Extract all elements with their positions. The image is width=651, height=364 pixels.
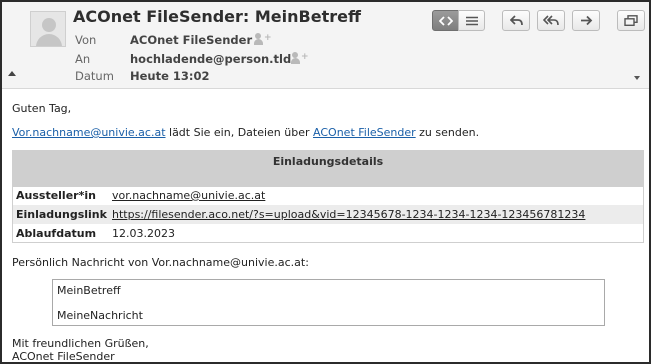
sender-avatar xyxy=(30,11,66,47)
intro-end-text: zu senden. xyxy=(415,126,480,139)
table-row: Einladungslink https://filesender.aco.ne… xyxy=(13,205,643,224)
note-text: MeineNachricht xyxy=(57,309,143,322)
message-header: ACOnet FileSender: MeinBetreff Von ACOne… xyxy=(2,2,649,89)
reply-all-icon xyxy=(543,15,559,26)
invitation-details-table: Einladungsdetails Aussteller*in vor.nach… xyxy=(12,150,644,243)
open-in-new-window-button[interactable] xyxy=(617,10,645,31)
chevron-down-icon[interactable] xyxy=(634,76,640,80)
sender-email-link[interactable]: Vor.nachname@univie.ac.at xyxy=(12,126,166,139)
table-row: Ablaufdatum 12.03.2023 xyxy=(13,224,643,243)
greeting: Guten Tag, xyxy=(12,102,72,115)
list-icon xyxy=(465,16,478,25)
intro-text: lädt Sie ein, Dateien über xyxy=(165,126,314,139)
reply-all-button[interactable] xyxy=(537,10,565,31)
invitation-link[interactable]: https://filesender.aco.net/?s=upload&vid… xyxy=(112,208,585,221)
to-label: An xyxy=(75,52,91,66)
from-label: Von xyxy=(75,33,97,47)
date-label: Datum xyxy=(75,69,114,83)
toggle-source-view-button[interactable] xyxy=(432,10,459,31)
from-value[interactable]: ACOnet FileSender xyxy=(130,33,252,47)
signature: ACOnet FileSender xyxy=(12,350,115,363)
code-view-icon xyxy=(438,15,453,26)
to-value[interactable]: hochladende@person.tld xyxy=(130,52,291,66)
list-view-button[interactable] xyxy=(458,10,485,31)
reply-icon xyxy=(509,15,523,26)
issuer-email-link[interactable]: vor.nachname@univie.ac.at xyxy=(112,189,265,202)
personal-message-box: MeinBetreff MeineNachricht xyxy=(52,279,605,326)
expiry-date: 12.03.2023 xyxy=(112,227,175,240)
forward-button[interactable] xyxy=(572,10,600,31)
row-key: Ablaufdatum xyxy=(16,227,97,240)
filesender-link[interactable]: ACOnet FileSender xyxy=(313,126,416,139)
new-window-icon xyxy=(624,15,638,26)
forward-icon xyxy=(580,15,592,26)
collapse-header-icon[interactable] xyxy=(8,71,16,76)
intro-paragraph: Vor.nachname@univie.ac.at lädt Sie ein, … xyxy=(12,126,479,139)
note-subject: MeinBetreff xyxy=(57,284,121,297)
closing: Mit freundlichen Grüßen, xyxy=(12,337,149,350)
message-subject: ACOnet FileSender: MeinBetreff xyxy=(73,7,361,26)
row-key: Einladungslink xyxy=(16,208,107,221)
reply-button[interactable] xyxy=(502,10,530,31)
message-window: ACOnet FileSender: MeinBetreff Von ACOne… xyxy=(0,0,651,364)
details-title: Einladungsdetails xyxy=(13,151,643,187)
row-key: Aussteller*in xyxy=(16,189,96,202)
add-contact-icon[interactable]: + xyxy=(254,33,272,45)
table-row: Aussteller*in vor.nachname@univie.ac.at xyxy=(13,186,643,205)
date-value: Heute 13:02 xyxy=(130,69,210,83)
personal-note-intro: Persönlich Nachricht von Vor.nachname@un… xyxy=(12,256,309,269)
add-contact-icon[interactable]: + xyxy=(291,52,309,64)
